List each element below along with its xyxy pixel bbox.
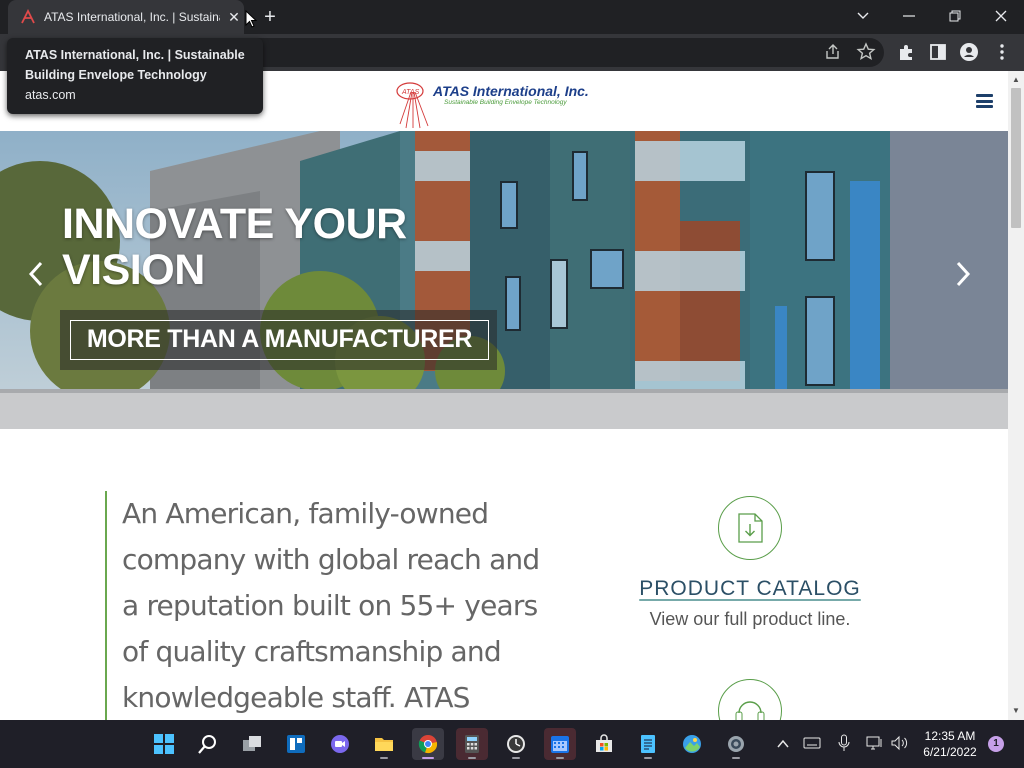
tooltip-title: ATAS International, Inc. | Sustainable B… [25,48,245,82]
logo-mark-text: ATAS [401,89,420,96]
clock-icon [507,735,525,753]
product-catalog-link[interactable]: PRODUCT CATALOG [620,577,880,601]
file-explorer-button[interactable] [368,728,400,760]
atas-logo-mark-icon: ATAS [396,82,429,129]
taskbar-search-button[interactable] [192,728,224,760]
photos-button[interactable] [676,728,708,760]
tab-hover-tooltip: ATAS International, Inc. | Sustainable B… [7,38,263,114]
windows-taskbar: 12:35 AM 6/21/2022 1 [0,720,1024,768]
file-explorer-icon [375,738,393,751]
mouse-cursor-icon [245,10,257,28]
calendar-icon [551,736,569,753]
browser-tab[interactable]: ATAS International, Inc. | Sustaina ✕ [8,0,244,34]
hero-headline-line2: VISION [62,246,205,294]
chrome-icon [418,735,438,754]
minimize-button[interactable] [886,0,932,30]
new-tab-button[interactable]: + [260,7,280,27]
intro-line: company with global reach and [122,543,540,576]
tab-search-icon[interactable] [840,0,886,30]
intro-text: An American, family-owned company with g… [122,491,542,720]
catalog-download-icon[interactable] [718,496,782,560]
bookmark-star-icon[interactable] [855,41,877,63]
task-view-icon [243,736,261,751]
intro-line: of quality craftsmanship and [122,635,502,668]
slider-prev-arrow[interactable] [28,261,52,291]
photos-icon [683,735,701,753]
notepad-icon [641,735,655,753]
clock-date: 6/21/2022 [923,745,977,759]
hero-slider: INNOVATE YOUR VISION MORE THAN A MANUFAC… [0,131,1008,429]
atas-favicon-icon [21,9,35,24]
intro-line: An American, family-owned [122,497,489,530]
calculator-button[interactable] [456,728,488,760]
clock-app-button[interactable] [500,728,532,760]
hamburger-menu-icon[interactable] [976,94,993,108]
browser-tab-strip: ATAS International, Inc. | Sustaina ✕ + [0,0,1024,34]
settings-icon [728,736,744,752]
network-icon[interactable] [866,735,884,751]
microphone-icon[interactable] [838,734,850,752]
running-indicator [644,757,652,759]
page-scrollbar[interactable]: ▲ ▼ [1008,71,1024,720]
intro-line: a reputation built on 55+ years [122,589,538,622]
restore-button[interactable] [932,0,978,30]
running-indicator [468,757,476,759]
chat-button[interactable] [324,728,356,760]
show-hidden-icons-icon[interactable] [776,737,790,751]
hero-headline: INNOVATE YOUR VISION [62,201,442,293]
store-icon [596,734,612,752]
notification-badge[interactable]: 1 [988,736,1004,752]
tab-close-icon[interactable]: ✕ [226,9,242,25]
running-indicator [732,757,740,759]
atas-logo[interactable]: ATAS ATAS International, Inc. Sustainabl… [396,80,589,130]
clock-time: 12:35 AM [924,729,976,743]
store-button[interactable] [588,728,620,760]
notepad-button[interactable] [632,728,664,760]
widgets-icon [287,735,305,753]
chat-icon [331,735,349,753]
tooltip-url: atas.com [25,88,76,102]
taskbar-clock[interactable]: 12:35 AM 6/21/2022 [915,728,985,760]
web-page: ATAS ATAS International, Inc. Sustainabl… [0,71,1008,720]
logo-name: ATAS International, Inc. [433,83,589,99]
share-icon[interactable] [822,41,844,63]
calculator-icon [465,735,479,753]
hero-headline-line1: INNOVATE YOUR [62,200,407,248]
support-headset-icon[interactable] [718,679,782,720]
task-view-button[interactable] [236,728,268,760]
close-window-button[interactable] [978,0,1024,30]
scroll-down-arrow-icon[interactable]: ▼ [1012,707,1020,715]
extensions-icon[interactable] [895,41,917,63]
keyboard-icon[interactable] [803,736,821,750]
intro-line: knowledgeable staff. ATAS [122,681,470,714]
intro-accent-border [105,491,107,720]
tab-title: ATAS International, Inc. | Sustaina [44,10,220,24]
start-icon [154,734,174,754]
scroll-thumb[interactable] [1011,88,1021,228]
widgets-button[interactable] [280,728,312,760]
active-indicator [422,757,434,759]
settings-button[interactable] [720,728,752,760]
scroll-up-arrow-icon[interactable]: ▲ [1012,76,1020,84]
product-catalog-description: View our full product line. [649,609,851,629]
logo-tagline: Sustainable Building Envelope Technology [444,99,567,106]
chrome-taskbar-button[interactable] [412,728,444,760]
calendar-button[interactable] [544,728,576,760]
slider-next-arrow[interactable] [955,261,979,291]
search-icon [198,735,216,754]
profile-icon[interactable] [958,41,980,63]
running-indicator [512,757,520,759]
chrome-menu-icon[interactable] [991,41,1013,63]
hero-subheadline-button[interactable]: MORE THAN A MANUFACTURER [70,320,489,360]
running-indicator [380,757,388,759]
volume-icon[interactable] [890,735,910,751]
start-button[interactable] [148,728,180,760]
running-indicator [556,757,564,759]
side-panel-icon[interactable] [927,41,949,63]
